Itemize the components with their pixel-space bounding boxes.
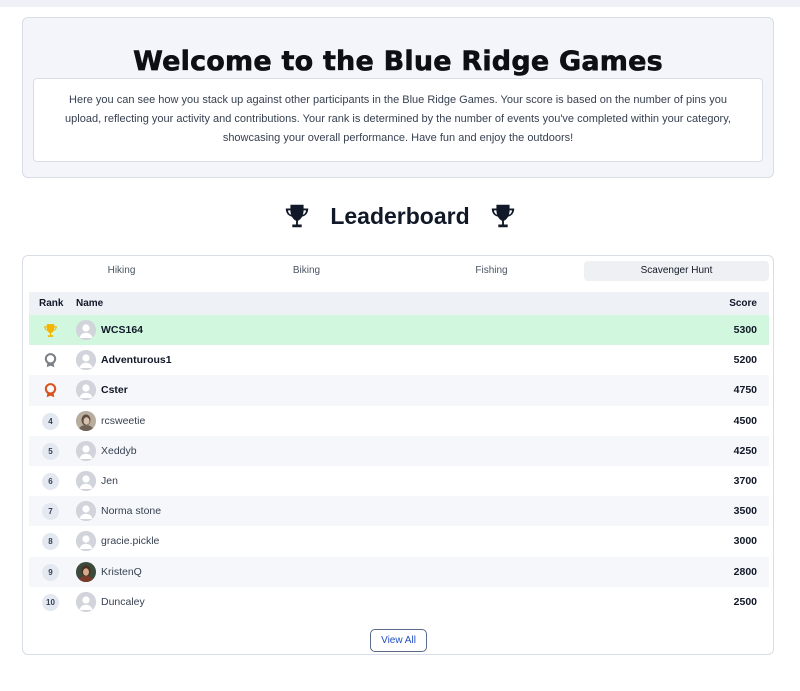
default-avatar-icon [76,591,96,612]
top-strip [0,0,800,7]
trophy-icon [488,201,518,231]
participant-name: Jen [101,474,118,487]
participant-score: 3000 [733,535,757,548]
participant-name: Duncaley [101,595,145,608]
rank-badge: 6 [42,472,59,490]
default-avatar-icon [76,440,96,461]
participant-name: gracie.pickle [101,535,160,548]
rank-number: 7 [42,503,59,521]
rank-badge: 4 [42,412,59,430]
rank-number: 9 [42,563,59,581]
default-avatar-icon [76,531,96,552]
default-avatar-icon [76,470,96,491]
rank-badge: 8 [42,533,59,551]
rank-number: 4 [42,412,59,430]
table-row[interactable]: 8 gracie.pickle 3000 [29,526,769,556]
welcome-description-box: Here you can see how you stack up agains… [33,78,763,162]
participant-name: rcsweetie [101,414,146,427]
participant-score: 4750 [733,384,757,397]
participant-score: 4250 [733,444,757,457]
participant-name: Norma stone [101,505,162,518]
leaderboard-heading: Leaderboard [0,196,800,236]
rank-badge: 9 [42,563,59,581]
leaderboard-card: Hiking Biking Fishing Scavenger Hunt Ran… [22,255,774,655]
table-row[interactable]: 9 KristenQ 2800 [29,556,769,587]
table-row[interactable]: WCS164 5300 [29,315,769,346]
tab-hiking[interactable]: Hiking [29,261,214,281]
table-row[interactable]: 6 Jen 3700 [29,466,769,496]
participant-score: 4500 [733,414,757,427]
leaderboard-title: Leaderboard [330,202,470,229]
rank-number: 8 [42,533,59,551]
participant-score: 5300 [733,324,757,336]
participant-name: WCS164 [101,324,144,336]
default-avatar-icon [76,380,96,401]
rank-number: 10 [42,593,59,611]
participant-name: Adventurous1 [101,354,172,367]
tab-biking[interactable]: Biking [214,261,399,281]
photo-avatar [76,561,96,582]
default-avatar-icon [76,320,96,340]
column-header-score: Score [729,298,757,309]
default-avatar-icon [76,350,96,371]
leaderboard-rows: WCS164 5300 Adventurous1 5200 Cster 4750 [29,315,769,617]
table-header: Rank Name Score [29,292,769,315]
welcome-description: Here you can see how you stack up agains… [65,94,731,144]
welcome-card: Welcome to the Blue Ridge Games Here you… [22,17,774,178]
rank-badge: 5 [42,442,59,460]
participant-name: Cster [101,384,128,397]
bronze-medal-icon [42,382,59,399]
participant-score: 2800 [733,565,757,578]
table-row[interactable]: Adventurous1 5200 [29,345,769,375]
tab-fishing[interactable]: Fishing [399,261,584,281]
column-header-name: Name [76,298,104,309]
column-header-rank: Rank [39,298,64,309]
table-row[interactable]: 5 Xeddyb 4250 [29,435,769,466]
table-row[interactable]: 10 Duncaley 2500 [29,587,769,617]
trophy-icon [282,201,312,231]
participant-score: 3500 [733,505,757,518]
participant-score: 2500 [733,595,757,608]
table-row[interactable]: 7 Norma stone 3500 [29,496,769,527]
participant-name: KristenQ [101,565,142,578]
table-row[interactable]: Cster 4750 [29,375,769,406]
silver-medal-icon [42,352,59,369]
table-row[interactable]: 4 rcsweetie 4500 [29,406,769,436]
rank-number: 5 [42,442,59,460]
default-avatar-icon [76,501,96,522]
tab-scavenger-hunt[interactable]: Scavenger Hunt [584,261,769,281]
view-all-button[interactable]: View All [370,629,427,652]
participant-name: Xeddyb [101,444,137,457]
participant-score: 5200 [733,354,757,367]
rank-badge: 7 [42,503,59,521]
gold-trophy-icon [42,322,59,339]
participant-score: 3700 [733,474,757,487]
category-tabs: Hiking Biking Fishing Scavenger Hunt [29,261,769,281]
page-title: Welcome to the Blue Ridge Games [133,46,663,78]
rank-number: 6 [42,472,59,490]
photo-avatar [76,410,96,431]
rank-badge: 10 [42,593,59,611]
